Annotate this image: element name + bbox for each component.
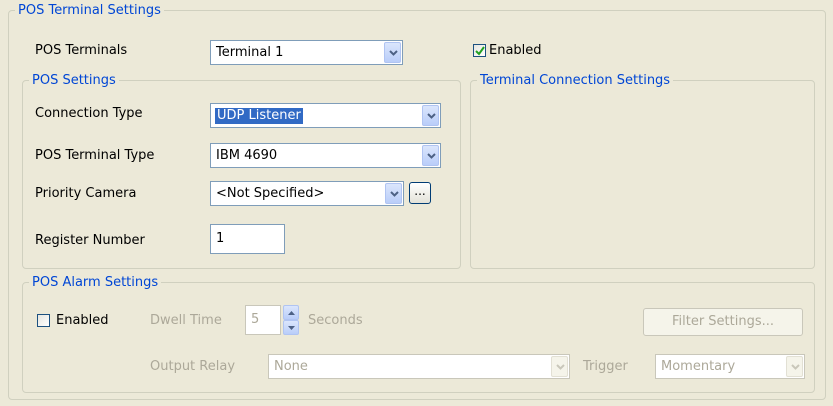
pos-terminals-label: POS Terminals bbox=[35, 43, 128, 58]
terminal-enabled-label: Enabled bbox=[489, 43, 542, 58]
dwell-time-input[interactable]: 5 bbox=[245, 305, 281, 335]
trigger-select[interactable]: Momentary bbox=[655, 354, 805, 379]
filter-settings-button-label: Filter Settings... bbox=[671, 314, 775, 329]
browse-camera-button-label: ... bbox=[414, 184, 426, 198]
terminal-type-value: IBM 4690 bbox=[216, 148, 278, 163]
dwell-time-value: 5 bbox=[251, 312, 260, 327]
chevron-down-icon[interactable] bbox=[422, 105, 439, 126]
terminal-type-select[interactable]: IBM 4690 bbox=[210, 143, 441, 168]
register-number-value: 1 bbox=[216, 231, 225, 246]
browse-camera-button[interactable]: ... bbox=[409, 182, 431, 204]
pos-alarm-settings-legend: POS Alarm Settings bbox=[32, 275, 159, 290]
terminal-type-label: POS Terminal Type bbox=[35, 148, 155, 163]
terminal-connection-settings-group: Terminal Connection Settings bbox=[470, 73, 815, 269]
trigger-value: Momentary bbox=[661, 359, 736, 374]
seconds-label: Seconds bbox=[308, 313, 363, 328]
priority-camera-value: <Not Specified> bbox=[216, 186, 325, 201]
pos-terminals-select[interactable]: Terminal 1 bbox=[210, 40, 403, 65]
alarm-enabled-label: Enabled bbox=[56, 313, 109, 328]
output-relay-select[interactable]: None bbox=[268, 354, 570, 379]
register-number-label: Register Number bbox=[35, 233, 145, 248]
dwell-time-spinner[interactable] bbox=[283, 305, 299, 335]
output-relay-label: Output Relay bbox=[150, 359, 236, 374]
trigger-label: Trigger bbox=[583, 359, 628, 374]
spin-up-icon[interactable] bbox=[283, 305, 299, 320]
chevron-down-icon[interactable] bbox=[551, 356, 568, 377]
priority-camera-select[interactable]: <Not Specified> bbox=[210, 181, 404, 206]
pos-terminals-value: Terminal 1 bbox=[216, 45, 284, 60]
chevron-down-icon[interactable] bbox=[384, 42, 401, 63]
terminal-enabled-checkbox[interactable] bbox=[473, 44, 486, 57]
alarm-enabled-checkbox[interactable] bbox=[37, 314, 50, 327]
dwell-time-label: Dwell Time bbox=[150, 313, 222, 328]
spin-down-icon[interactable] bbox=[283, 320, 299, 335]
pos-terminal-settings-legend: POS Terminal Settings bbox=[18, 3, 161, 18]
register-number-input[interactable]: 1 bbox=[210, 224, 285, 254]
connection-type-select[interactable]: UDP Listener bbox=[210, 103, 441, 128]
chevron-down-icon[interactable] bbox=[422, 145, 439, 166]
priority-camera-label: Priority Camera bbox=[35, 186, 137, 201]
chevron-down-icon[interactable] bbox=[786, 356, 803, 377]
filter-settings-button[interactable]: Filter Settings... bbox=[643, 308, 803, 336]
connection-type-label: Connection Type bbox=[35, 106, 143, 121]
chevron-down-icon[interactable] bbox=[385, 183, 402, 204]
output-relay-value: None bbox=[274, 359, 308, 374]
connection-type-value: UDP Listener bbox=[215, 108, 303, 124]
terminal-connection-settings-legend: Terminal Connection Settings bbox=[480, 73, 671, 88]
checkmark-icon bbox=[475, 46, 485, 56]
pos-settings-legend: POS Settings bbox=[32, 73, 116, 88]
